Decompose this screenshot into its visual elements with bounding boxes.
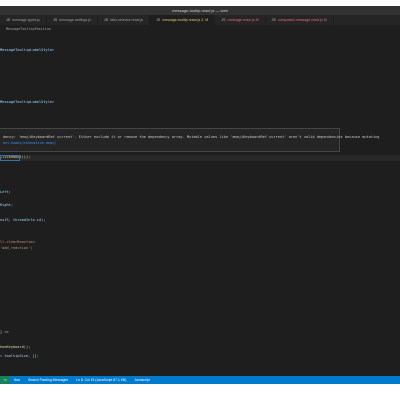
code-line: MessageTooltipLabelStyle> — [0, 100, 55, 104]
code-line: MessageTooltipLabelStyle> — [0, 48, 55, 52]
code-line: nsJS, threadInfo.id); — [0, 218, 46, 222]
tab-message-types[interactable]: JS message.types.js — [0, 15, 47, 25]
sync-status[interactable]: Search Packing Messages — [28, 376, 68, 384]
editor-tab-bar: JS message.types.js JS message-settings.js… — [0, 15, 400, 25]
code-line: Right; — [0, 203, 13, 207]
js-file-icon: JS — [221, 18, 226, 22]
remote-indicator-icon[interactable]: ⌥ — [0, 376, 10, 384]
js-file-icon: JS — [271, 18, 276, 22]
current-line-highlight — [0, 155, 400, 161]
js-file-icon: JS — [103, 18, 109, 22]
tab-message-react[interactable]: JS message.react.js M — [215, 15, 266, 25]
tab-label: tabs-selector.react.js — [110, 18, 144, 22]
code-line: hoeKeyboard(); — [0, 345, 31, 349]
problem-message: dency: 'emojiKeyboardRef.current'. Eithe… — [3, 135, 380, 139]
tab-label: composed-message.react.js M — [277, 18, 327, 22]
tab-tabs-selector[interactable]: JS tabs-selector.react.js — [98, 15, 151, 25]
status-bar: ⌥ flow Search Packing Messages Ln 8, Col… — [0, 376, 400, 384]
code-line: ll-clearReaction — [0, 240, 35, 244]
tab-label: message.react.js M — [227, 18, 259, 22]
tab-label: message-tooltip.react.js 2, M — [162, 18, 209, 22]
text-cursor-selection — [0, 155, 20, 161]
code-editor[interactable]: MessageTooltipLabelStyle> MessageTooltip… — [0, 33, 400, 376]
js-file-icon: JS — [52, 18, 58, 22]
tab-label: message-settings.js — [59, 18, 91, 22]
breadcrumb[interactable]: MessageTooltipPosition — [0, 25, 400, 33]
code-line: } => — [0, 330, 9, 334]
git-branch[interactable]: flow — [14, 376, 20, 384]
js-file-icon: JS — [156, 18, 161, 22]
cursor-position[interactable]: Ln 8, Col 15 (JavaScript 67.1 KB) — [76, 376, 126, 384]
tab-message-tooltip[interactable]: JS message-tooltip.react.js 2, M — [150, 15, 216, 25]
tab-label: message.types.js — [12, 18, 40, 22]
code-line: = tooltipSize, []; — [0, 354, 39, 358]
code-line: 'add_reaction') — [0, 246, 33, 250]
vscode-window: message-tooltip.react.js — web JS message… — [0, 6, 400, 384]
eslint-rule-link[interactable]: ect-hooks/exhaustive-deps) — [3, 141, 56, 145]
problem-hover-widget: dency: 'emojiKeyboardRef.current'. Eithe… — [0, 128, 379, 152]
tab-message-settings[interactable]: JS message-settings.js — [47, 15, 98, 25]
js-file-icon: JS — [6, 18, 11, 22]
code-line: Left; — [0, 190, 11, 194]
language-mode[interactable]: Javascript — [134, 376, 149, 384]
title-bar: message-tooltip.react.js — web — [0, 6, 400, 15]
tab-composed-message[interactable]: JS composed-message.react.js M — [266, 15, 334, 25]
